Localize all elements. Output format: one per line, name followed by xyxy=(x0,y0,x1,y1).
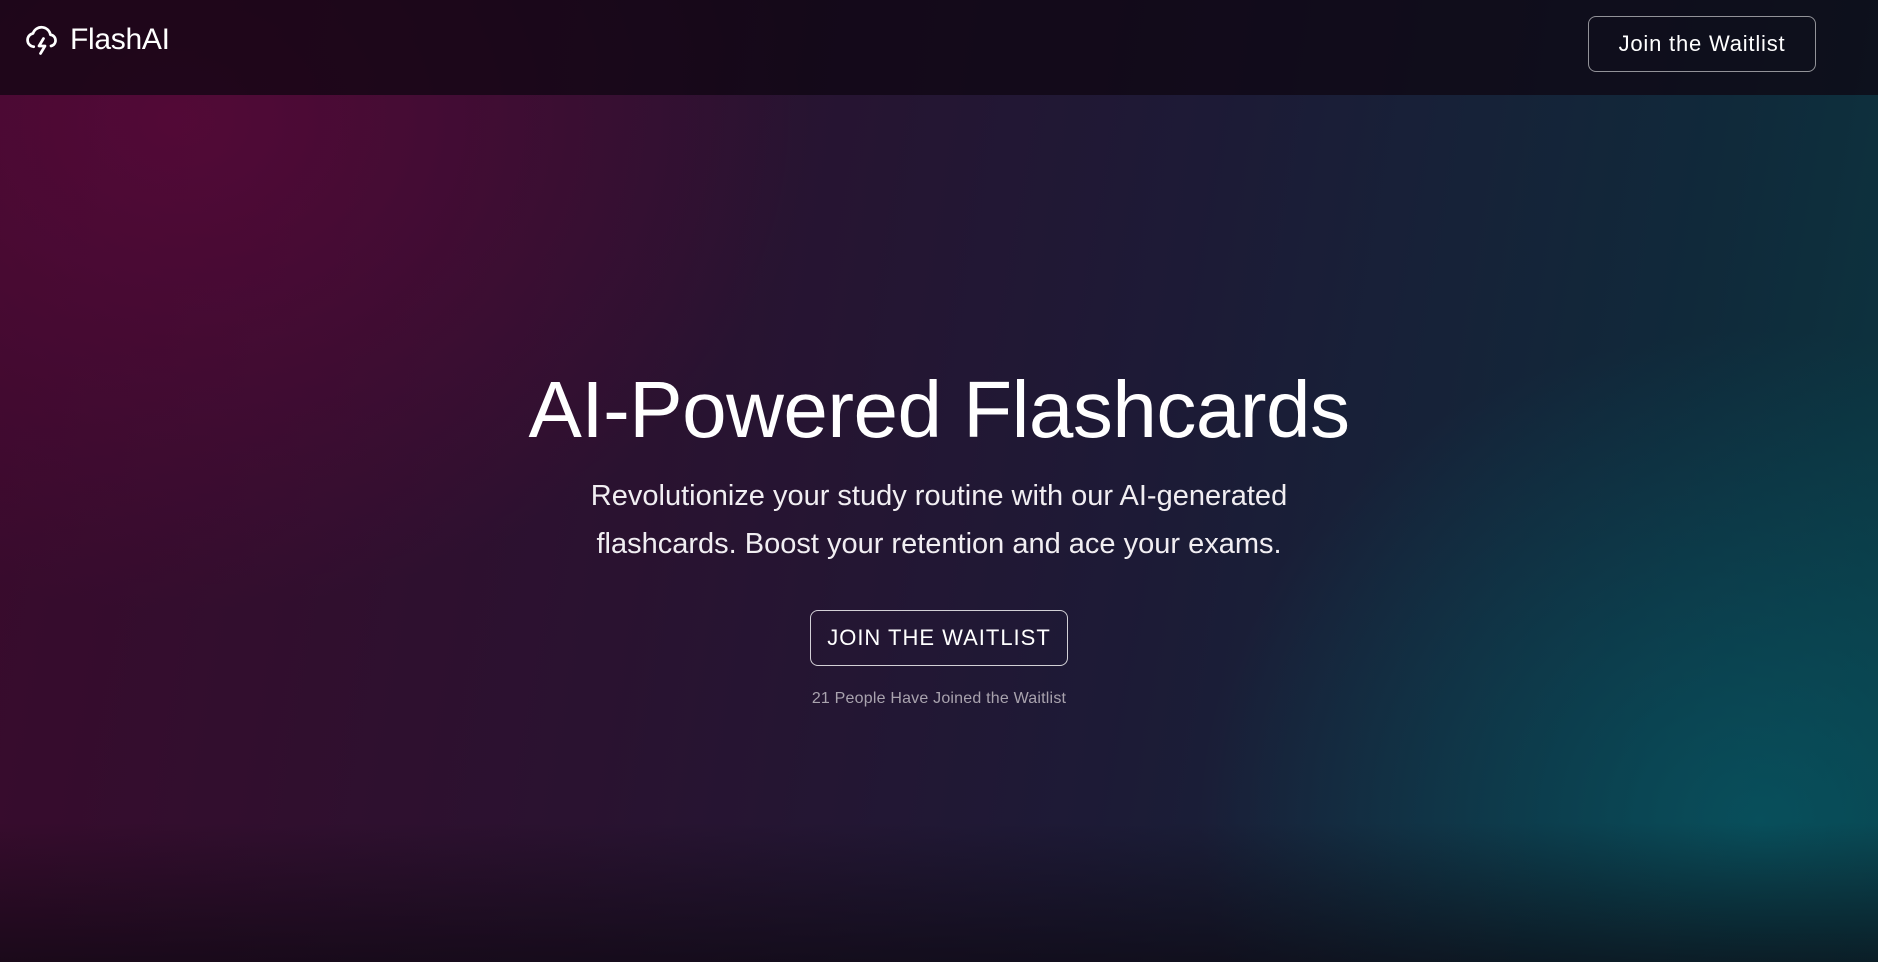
cloud-lightning-icon xyxy=(26,25,57,55)
hero-subtitle: Revolutionize your study routine with ou… xyxy=(590,480,1288,560)
page-background-shade xyxy=(0,822,1878,962)
join-waitlist-nav-button[interactable]: Join the Waitlist xyxy=(1588,16,1816,72)
brand-name: FlashAI xyxy=(70,23,170,56)
hero-title: AI-Powered Flashcards xyxy=(528,365,1350,454)
hero-section: AI-Powered Flashcards Revolutionize your… xyxy=(0,360,1878,708)
join-waitlist-hero-button[interactable]: JOIN THE WAITLIST xyxy=(810,610,1068,666)
brand-logo-link[interactable]: FlashAI xyxy=(24,22,170,58)
top-navbar: FlashAI Join the Waitlist xyxy=(0,0,1878,95)
waitlist-count-text: 21 People Have Joined the Waitlist xyxy=(811,690,1067,707)
